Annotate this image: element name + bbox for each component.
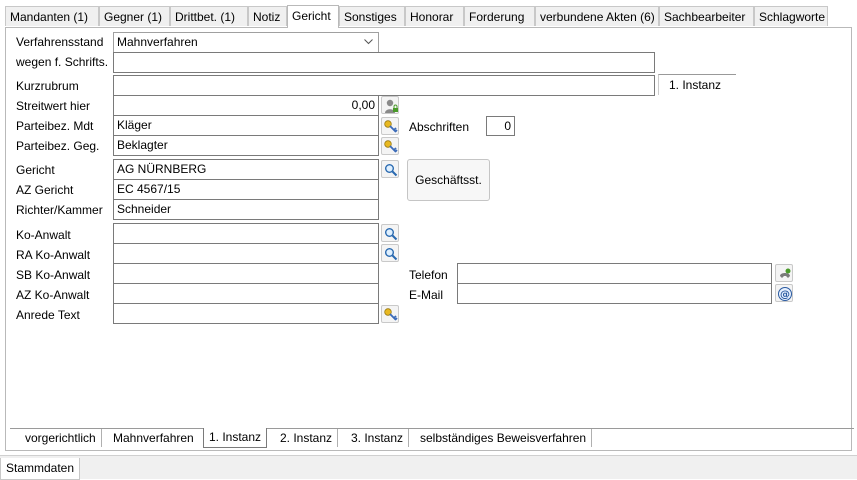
- wegen-label: wegen f. Schrifts.: [16, 55, 109, 69]
- search-icon: [385, 228, 398, 241]
- wegen-input[interactable]: [113, 52, 655, 73]
- user-lock-button[interactable]: [381, 96, 399, 114]
- abschriften-input[interactable]: 0: [486, 116, 515, 136]
- tab-2-instanz[interactable]: 2. Instanz: [275, 429, 339, 447]
- ko-anwalt-search-button[interactable]: [381, 224, 399, 242]
- abschriften-label: Abschriften: [409, 120, 470, 134]
- parteibez-mdt-input[interactable]: Kläger: [113, 115, 379, 136]
- richter-input[interactable]: Schneider: [113, 199, 379, 220]
- streitwert-label: Streitwert hier: [16, 99, 91, 113]
- tab-vorgerichtlich[interactable]: vorgerichtlich: [20, 429, 102, 447]
- tab-selbstaendiges-beweisverfahren[interactable]: selbständiges Beweisverfahren: [415, 429, 593, 447]
- tab-honorar[interactable]: Honorar: [405, 6, 464, 26]
- email-input[interactable]: [457, 283, 772, 304]
- tab-sachbearbeiter[interactable]: Sachbearbeiter: [659, 6, 754, 26]
- at-icon: @: [778, 287, 792, 301]
- anrede-text-label: Anrede Text: [16, 308, 80, 322]
- chevron-down-icon: [364, 39, 373, 45]
- gericht-input[interactable]: AG NÜRNBERG: [113, 159, 379, 180]
- instanz-tab-bar: vorgerichtlich Mahnverfahren 1. Instanz …: [10, 428, 854, 448]
- verfahrensstand-label: Verfahrensstand: [16, 35, 104, 49]
- tab-gegner[interactable]: Gegner (1): [99, 6, 170, 26]
- status-bar: Stammdaten: [0, 455, 857, 480]
- parteibez-geg-input[interactable]: Beklagter: [113, 135, 379, 156]
- tab-verbundene-akten[interactable]: verbundene Akten (6): [535, 6, 659, 26]
- streitwert-input[interactable]: 0,00: [113, 95, 379, 116]
- user-lock-icon: [385, 99, 398, 113]
- parteibez-geg-key-button[interactable]: [381, 137, 399, 155]
- parteibez-mdt-key-button[interactable]: [381, 117, 399, 135]
- tab-schlagworte[interactable]: Schlagworte: [754, 6, 828, 26]
- tab-forderung[interactable]: Forderung: [464, 6, 535, 26]
- ra-ko-anwalt-input[interactable]: [113, 243, 379, 264]
- ko-anwalt-input[interactable]: [113, 223, 379, 244]
- sb-ko-anwalt-input[interactable]: [113, 263, 379, 284]
- telefon-label: Telefon: [409, 268, 448, 282]
- az-ko-anwalt-label: AZ Ko-Anwalt: [16, 288, 90, 302]
- tab-3-instanz[interactable]: 3. Instanz: [346, 429, 410, 447]
- verfahrensstand-select[interactable]: Mahnverfahren: [113, 32, 379, 53]
- tab-notiz[interactable]: Notiz: [248, 6, 287, 26]
- tab-1-instanz[interactable]: 1. Instanz: [203, 428, 268, 448]
- kurzrubrum-input[interactable]: [113, 75, 655, 96]
- telefon-input[interactable]: [457, 263, 772, 284]
- key-icon: [384, 308, 398, 321]
- parteibez-geg-label: Parteibez. Geg.: [16, 139, 100, 153]
- sb-ko-anwalt-label: SB Ko-Anwalt: [16, 268, 91, 282]
- email-label: E-Mail: [409, 288, 444, 302]
- anrede-text-input[interactable]: [113, 303, 379, 324]
- email-button[interactable]: @: [775, 284, 793, 302]
- ra-ko-anwalt-label: RA Ko-Anwalt: [16, 248, 91, 262]
- gericht-search-button[interactable]: [381, 160, 399, 178]
- az-gericht-input[interactable]: EC 4567/15: [113, 179, 379, 200]
- geschaeftsstelle-button[interactable]: Geschäftsst.: [407, 159, 490, 201]
- stammdaten-tab[interactable]: Stammdaten: [0, 458, 81, 480]
- parteibez-mdt-label: Parteibez. Mdt: [16, 119, 94, 133]
- search-icon: [385, 164, 398, 177]
- phone-button[interactable]: [775, 264, 793, 282]
- anrede-key-button[interactable]: [381, 305, 399, 323]
- phone-icon: [780, 268, 791, 278]
- tab-mahnverfahren[interactable]: Mahnverfahren: [108, 429, 199, 447]
- gericht-label: Gericht: [16, 163, 55, 177]
- key-icon: [384, 120, 398, 133]
- tab-mandanten[interactable]: Mandanten (1): [5, 6, 99, 26]
- kurzrubrum-label: Kurzrubrum: [16, 79, 79, 93]
- tab-gericht[interactable]: Gericht: [287, 5, 339, 28]
- tab-drittbet[interactable]: Drittbet. (1): [170, 6, 248, 26]
- ko-anwalt-label: Ko-Anwalt: [16, 228, 71, 242]
- tab-sonstiges[interactable]: Sonstiges: [339, 6, 405, 26]
- az-gericht-label: AZ Gericht: [16, 183, 74, 197]
- verfahrensstand-value: Mahnverfahren: [117, 35, 198, 49]
- richter-label: Richter/Kammer: [16, 203, 103, 217]
- svg-text:@: @: [780, 290, 790, 301]
- ra-ko-anwalt-search-button[interactable]: [381, 244, 399, 262]
- search-icon: [385, 248, 398, 261]
- az-ko-anwalt-input[interactable]: [113, 283, 379, 304]
- instanz-badge: 1. Instanz: [658, 74, 736, 95]
- key-icon: [384, 140, 398, 153]
